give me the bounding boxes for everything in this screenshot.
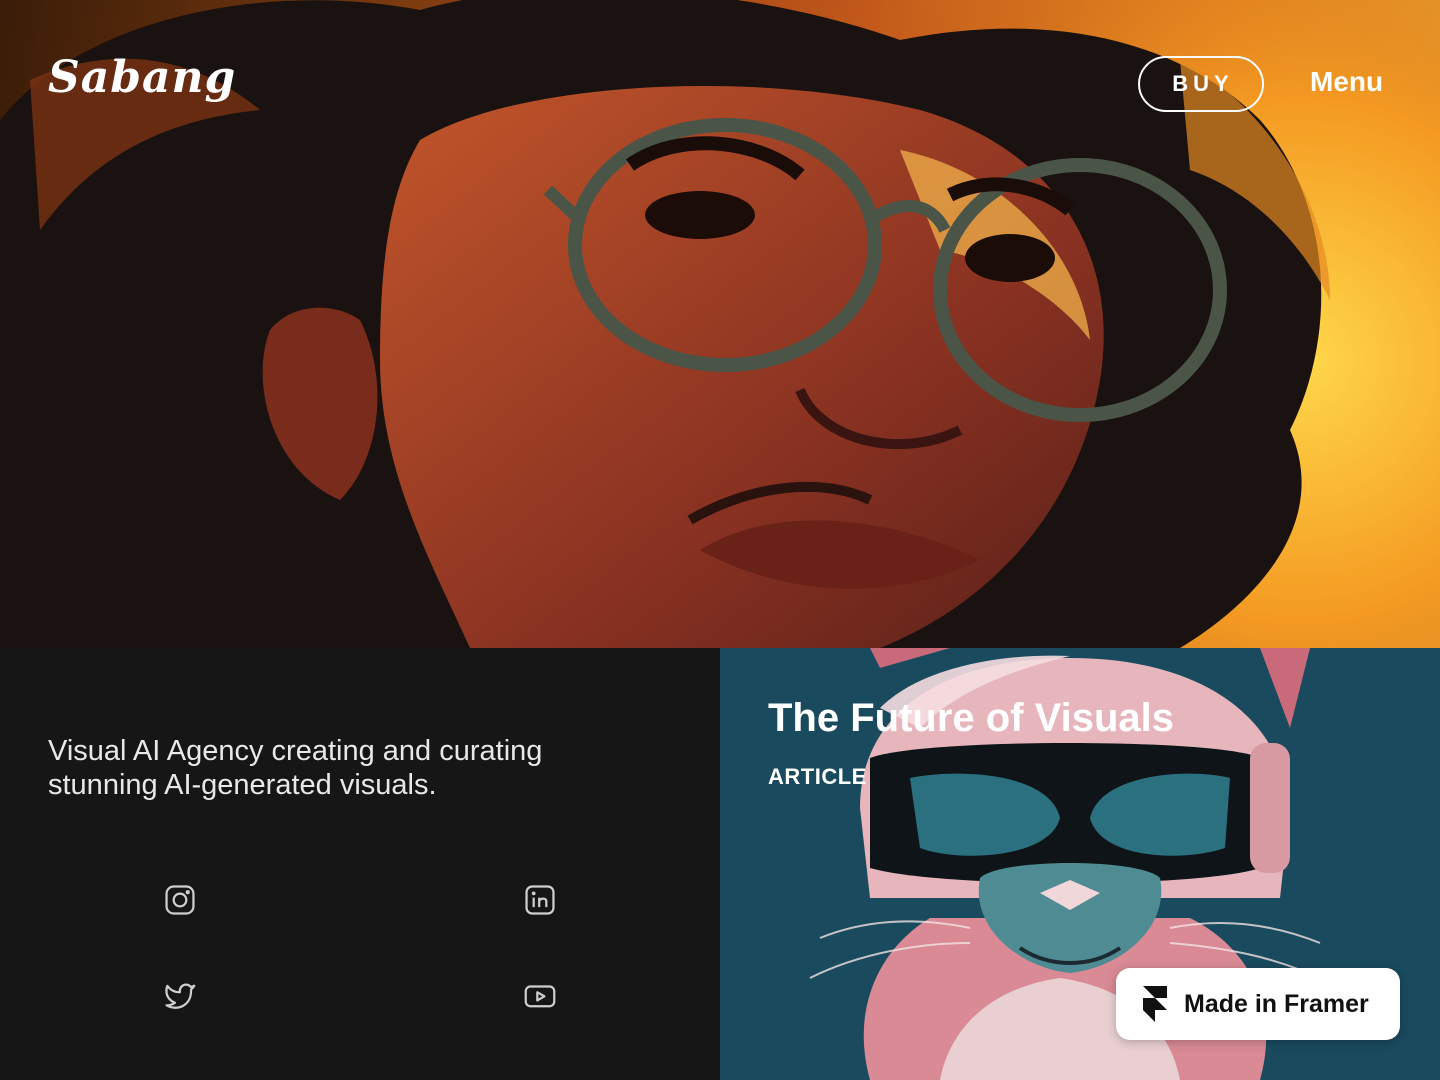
hero-banner: Sabang BUY Menu (0, 0, 1440, 648)
intro-panel: Visual AI Agency creating and curating s… (0, 648, 720, 1080)
article-category-label: ARTICLE (768, 764, 867, 789)
twitter-link[interactable] (160, 976, 200, 1016)
youtube-icon (524, 985, 556, 1008)
youtube-link[interactable] (520, 976, 560, 1016)
instagram-link[interactable] (160, 880, 200, 920)
framer-logo-icon (1143, 986, 1167, 1022)
twitter-icon (165, 983, 196, 1009)
site-logo[interactable]: Sabang (48, 52, 236, 103)
buy-button[interactable]: BUY (1138, 56, 1264, 112)
badge-label: Made in Framer (1184, 989, 1369, 1018)
instagram-icon (165, 885, 195, 915)
linkedin-icon (525, 885, 555, 915)
article-title[interactable]: The Future of Visuals (768, 696, 1174, 741)
made-in-framer-badge[interactable]: Made in Framer (1116, 968, 1400, 1040)
agency-tagline: Visual AI Agency creating and curating s… (48, 735, 543, 801)
menu-button[interactable]: Menu (1310, 66, 1383, 98)
linkedin-link[interactable] (520, 880, 560, 920)
